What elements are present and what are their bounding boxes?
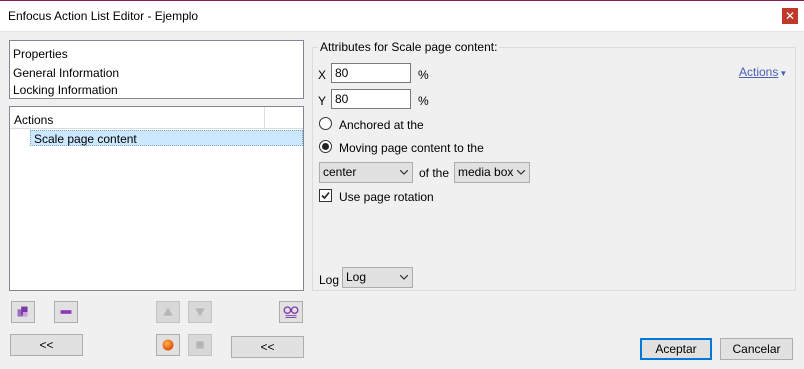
- add-action-icon: [17, 306, 28, 317]
- action-row-selected[interactable]: Scale page content: [30, 130, 303, 146]
- y-field[interactable]: 80: [331, 89, 411, 109]
- actions-list-header: Actions: [10, 107, 303, 129]
- stop-button[interactable]: [188, 334, 212, 356]
- properties-header: Properties: [13, 47, 68, 61]
- actions-link-label: Actions: [739, 65, 779, 79]
- title-bar: Enfocus Action List Editor - Ejemplo ✕: [0, 0, 804, 32]
- log-select-value: Log: [346, 270, 367, 284]
- y-label: Y: [318, 94, 327, 108]
- chevron-down-icon: ▼: [779, 69, 788, 78]
- y-unit: %: [418, 94, 429, 108]
- position-select[interactable]: center: [319, 162, 413, 183]
- ok-button[interactable]: Aceptar: [640, 338, 712, 360]
- use-rotation-label: Use page rotation: [339, 190, 434, 204]
- close-icon[interactable]: ✕: [782, 8, 798, 24]
- glasses-icon: [283, 306, 299, 318]
- log-label: Log: [319, 273, 340, 287]
- preview-button[interactable]: [279, 301, 303, 323]
- moving-content-radio[interactable]: [319, 140, 332, 153]
- add-action-button[interactable]: [11, 301, 35, 323]
- properties-item-locking[interactable]: Locking Information: [13, 83, 118, 97]
- log-select[interactable]: Log: [342, 267, 413, 288]
- anchored-label: Anchored at the: [339, 118, 424, 132]
- collapse-right-button[interactable]: <<: [231, 336, 304, 358]
- box-select[interactable]: media box: [454, 162, 530, 183]
- cancel-button[interactable]: Cancelar: [720, 338, 793, 360]
- record-icon: [162, 339, 174, 351]
- anchored-radio[interactable]: [319, 117, 332, 130]
- chevron-down-icon: [400, 170, 408, 175]
- title-accent-line: [0, 0, 804, 1]
- actions-dropdown-link[interactable]: Actions▼: [739, 65, 787, 79]
- actions-list: Actions Scale page content: [9, 106, 304, 291]
- x-field[interactable]: 80: [331, 63, 411, 83]
- remove-action-button[interactable]: [54, 301, 78, 323]
- stop-icon: [196, 341, 204, 349]
- chevron-down-icon: [400, 275, 408, 280]
- move-down-button[interactable]: [188, 301, 212, 323]
- use-rotation-checkbox[interactable]: [319, 189, 332, 202]
- column-divider[interactable]: [264, 107, 265, 129]
- remove-action-icon: [60, 310, 72, 314]
- collapse-left-button[interactable]: <<: [10, 334, 83, 356]
- moving-content-label: Moving page content to the: [339, 141, 484, 155]
- x-unit: %: [418, 68, 429, 82]
- of-the-label: of the: [419, 166, 450, 180]
- attributes-group-title: Attributes for Scale page content:: [318, 40, 500, 54]
- move-up-button[interactable]: [156, 301, 180, 323]
- properties-panel: Properties General Information Locking I…: [9, 40, 304, 99]
- record-button[interactable]: [156, 334, 180, 356]
- move-down-icon: [195, 308, 205, 317]
- properties-item-general[interactable]: General Information: [13, 66, 119, 80]
- window-title: Enfocus Action List Editor - Ejemplo: [8, 9, 199, 23]
- checkmark-icon: [321, 191, 330, 200]
- actions-column-header[interactable]: Actions: [14, 113, 53, 127]
- box-select-value: media box: [458, 165, 514, 179]
- position-select-value: center: [323, 165, 357, 179]
- move-up-icon: [163, 307, 173, 316]
- chevron-down-icon: [517, 170, 525, 175]
- x-label: X: [318, 68, 327, 82]
- action-row-label: Scale page content: [34, 132, 137, 146]
